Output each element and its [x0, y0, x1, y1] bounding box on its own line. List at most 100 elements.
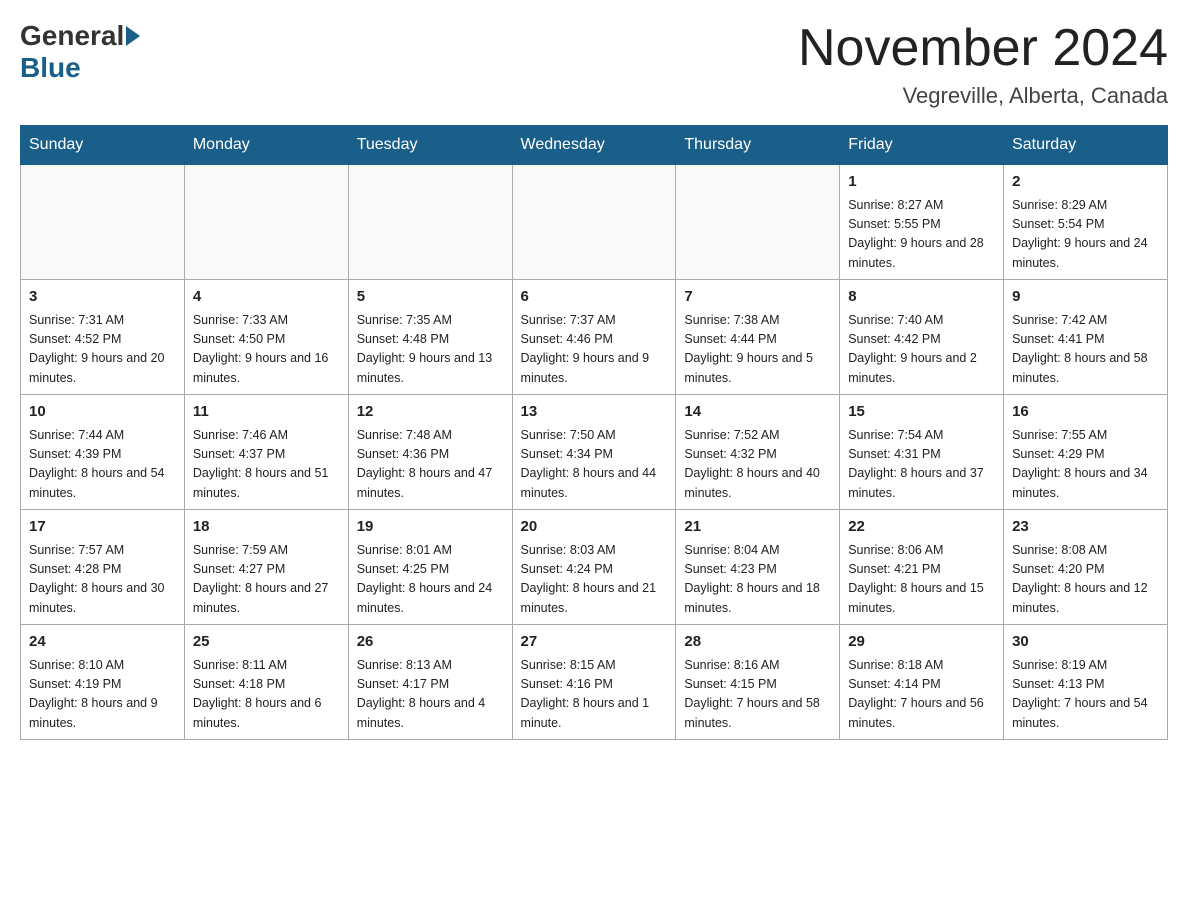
calendar-cell: 17Sunrise: 7:57 AMSunset: 4:28 PMDayligh…: [21, 510, 185, 625]
calendar-cell: 3Sunrise: 7:31 AMSunset: 4:52 PMDaylight…: [21, 280, 185, 395]
calendar-cell: 16Sunrise: 7:55 AMSunset: 4:29 PMDayligh…: [1004, 395, 1168, 510]
day-info: Sunrise: 8:27 AMSunset: 5:55 PMDaylight:…: [848, 196, 995, 274]
calendar-cell: 9Sunrise: 7:42 AMSunset: 4:41 PMDaylight…: [1004, 280, 1168, 395]
day-info: Sunrise: 8:13 AMSunset: 4:17 PMDaylight:…: [357, 656, 504, 734]
day-info: Sunrise: 7:59 AMSunset: 4:27 PMDaylight:…: [193, 541, 340, 619]
day-info: Sunrise: 8:15 AMSunset: 4:16 PMDaylight:…: [521, 656, 668, 734]
day-info: Sunrise: 8:08 AMSunset: 4:20 PMDaylight:…: [1012, 541, 1159, 619]
calendar-cell: [21, 165, 185, 280]
day-info: Sunrise: 7:55 AMSunset: 4:29 PMDaylight:…: [1012, 426, 1159, 504]
calendar-cell: [676, 165, 840, 280]
day-info: Sunrise: 7:48 AMSunset: 4:36 PMDaylight:…: [357, 426, 504, 504]
calendar-cell: 28Sunrise: 8:16 AMSunset: 4:15 PMDayligh…: [676, 625, 840, 740]
day-number: 24: [29, 631, 176, 654]
calendar-week-row: 1Sunrise: 8:27 AMSunset: 5:55 PMDaylight…: [21, 165, 1168, 280]
calendar-table: SundayMondayTuesdayWednesdayThursdayFrid…: [20, 125, 1168, 740]
calendar-cell: [512, 165, 676, 280]
day-number: 13: [521, 401, 668, 424]
calendar-cell: 30Sunrise: 8:19 AMSunset: 4:13 PMDayligh…: [1004, 625, 1168, 740]
day-number: 19: [357, 516, 504, 539]
calendar-week-row: 17Sunrise: 7:57 AMSunset: 4:28 PMDayligh…: [21, 510, 1168, 625]
calendar-cell: [348, 165, 512, 280]
calendar-cell: 1Sunrise: 8:27 AMSunset: 5:55 PMDaylight…: [840, 165, 1004, 280]
day-number: 20: [521, 516, 668, 539]
calendar-cell: 18Sunrise: 7:59 AMSunset: 4:27 PMDayligh…: [184, 510, 348, 625]
calendar-cell: 27Sunrise: 8:15 AMSunset: 4:16 PMDayligh…: [512, 625, 676, 740]
calendar-cell: 2Sunrise: 8:29 AMSunset: 5:54 PMDaylight…: [1004, 165, 1168, 280]
day-number: 29: [848, 631, 995, 654]
calendar-cell: [184, 165, 348, 280]
calendar-cell: 6Sunrise: 7:37 AMSunset: 4:46 PMDaylight…: [512, 280, 676, 395]
calendar-cell: 15Sunrise: 7:54 AMSunset: 4:31 PMDayligh…: [840, 395, 1004, 510]
day-info: Sunrise: 7:54 AMSunset: 4:31 PMDaylight:…: [848, 426, 995, 504]
day-number: 3: [29, 286, 176, 309]
day-info: Sunrise: 7:57 AMSunset: 4:28 PMDaylight:…: [29, 541, 176, 619]
day-number: 15: [848, 401, 995, 424]
day-number: 2: [1012, 171, 1159, 194]
day-number: 11: [193, 401, 340, 424]
calendar-cell: 14Sunrise: 7:52 AMSunset: 4:32 PMDayligh…: [676, 395, 840, 510]
day-info: Sunrise: 8:19 AMSunset: 4:13 PMDaylight:…: [1012, 656, 1159, 734]
calendar-cell: 22Sunrise: 8:06 AMSunset: 4:21 PMDayligh…: [840, 510, 1004, 625]
calendar-cell: 12Sunrise: 7:48 AMSunset: 4:36 PMDayligh…: [348, 395, 512, 510]
calendar-cell: 10Sunrise: 7:44 AMSunset: 4:39 PMDayligh…: [21, 395, 185, 510]
day-number: 26: [357, 631, 504, 654]
calendar-cell: 24Sunrise: 8:10 AMSunset: 4:19 PMDayligh…: [21, 625, 185, 740]
day-info: Sunrise: 8:04 AMSunset: 4:23 PMDaylight:…: [684, 541, 831, 619]
day-number: 14: [684, 401, 831, 424]
day-info: Sunrise: 8:11 AMSunset: 4:18 PMDaylight:…: [193, 656, 340, 734]
calendar-cell: 25Sunrise: 8:11 AMSunset: 4:18 PMDayligh…: [184, 625, 348, 740]
day-info: Sunrise: 7:40 AMSunset: 4:42 PMDaylight:…: [848, 311, 995, 389]
calendar-cell: 5Sunrise: 7:35 AMSunset: 4:48 PMDaylight…: [348, 280, 512, 395]
day-number: 25: [193, 631, 340, 654]
calendar-day-header: Wednesday: [512, 126, 676, 165]
logo-arrow-icon: [126, 26, 140, 46]
day-number: 21: [684, 516, 831, 539]
calendar-cell: 29Sunrise: 8:18 AMSunset: 4:14 PMDayligh…: [840, 625, 1004, 740]
day-info: Sunrise: 8:16 AMSunset: 4:15 PMDaylight:…: [684, 656, 831, 734]
day-info: Sunrise: 7:50 AMSunset: 4:34 PMDaylight:…: [521, 426, 668, 504]
day-info: Sunrise: 8:01 AMSunset: 4:25 PMDaylight:…: [357, 541, 504, 619]
day-number: 4: [193, 286, 340, 309]
calendar-day-header: Friday: [840, 126, 1004, 165]
calendar-day-header: Saturday: [1004, 126, 1168, 165]
day-info: Sunrise: 8:29 AMSunset: 5:54 PMDaylight:…: [1012, 196, 1159, 274]
day-number: 18: [193, 516, 340, 539]
day-info: Sunrise: 7:31 AMSunset: 4:52 PMDaylight:…: [29, 311, 176, 389]
day-info: Sunrise: 8:10 AMSunset: 4:19 PMDaylight:…: [29, 656, 176, 734]
day-number: 10: [29, 401, 176, 424]
day-info: Sunrise: 7:33 AMSunset: 4:50 PMDaylight:…: [193, 311, 340, 389]
day-info: Sunrise: 7:44 AMSunset: 4:39 PMDaylight:…: [29, 426, 176, 504]
day-number: 28: [684, 631, 831, 654]
calendar-day-header: Sunday: [21, 126, 185, 165]
logo-blue-text: Blue: [20, 52, 81, 84]
day-info: Sunrise: 7:42 AMSunset: 4:41 PMDaylight:…: [1012, 311, 1159, 389]
day-info: Sunrise: 7:46 AMSunset: 4:37 PMDaylight:…: [193, 426, 340, 504]
day-number: 30: [1012, 631, 1159, 654]
calendar-day-header: Tuesday: [348, 126, 512, 165]
calendar-cell: 19Sunrise: 8:01 AMSunset: 4:25 PMDayligh…: [348, 510, 512, 625]
day-info: Sunrise: 8:06 AMSunset: 4:21 PMDaylight:…: [848, 541, 995, 619]
logo: General Blue: [20, 20, 142, 84]
calendar-cell: 20Sunrise: 8:03 AMSunset: 4:24 PMDayligh…: [512, 510, 676, 625]
day-number: 17: [29, 516, 176, 539]
day-number: 22: [848, 516, 995, 539]
logo-general-text: General: [20, 20, 124, 52]
day-number: 16: [1012, 401, 1159, 424]
day-info: Sunrise: 8:03 AMSunset: 4:24 PMDaylight:…: [521, 541, 668, 619]
day-info: Sunrise: 8:18 AMSunset: 4:14 PMDaylight:…: [848, 656, 995, 734]
calendar-cell: 4Sunrise: 7:33 AMSunset: 4:50 PMDaylight…: [184, 280, 348, 395]
calendar-day-header: Monday: [184, 126, 348, 165]
day-info: Sunrise: 7:38 AMSunset: 4:44 PMDaylight:…: [684, 311, 831, 389]
day-number: 9: [1012, 286, 1159, 309]
calendar-cell: 21Sunrise: 8:04 AMSunset: 4:23 PMDayligh…: [676, 510, 840, 625]
page-header: General Blue November 2024 Vegreville, A…: [20, 20, 1168, 109]
calendar-week-row: 24Sunrise: 8:10 AMSunset: 4:19 PMDayligh…: [21, 625, 1168, 740]
day-number: 6: [521, 286, 668, 309]
day-number: 5: [357, 286, 504, 309]
calendar-week-row: 3Sunrise: 7:31 AMSunset: 4:52 PMDaylight…: [21, 280, 1168, 395]
day-number: 1: [848, 171, 995, 194]
calendar-week-row: 10Sunrise: 7:44 AMSunset: 4:39 PMDayligh…: [21, 395, 1168, 510]
day-number: 23: [1012, 516, 1159, 539]
day-number: 8: [848, 286, 995, 309]
